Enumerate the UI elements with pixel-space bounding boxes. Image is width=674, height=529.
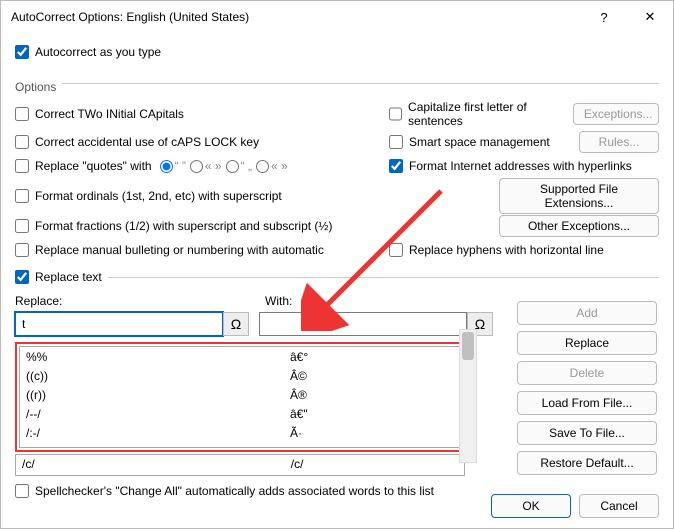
autocorrect-dialog: AutoCorrect Options: English (United Sta… (0, 0, 674, 529)
replace-button[interactable]: Replace (517, 331, 657, 355)
ok-button[interactable]: OK (491, 494, 571, 518)
capitalize-first-checkbox[interactable]: Capitalize first letter of sentences (389, 100, 573, 128)
autocorrect-as-you-type-label: Autocorrect as you type (35, 45, 161, 59)
delete-button[interactable]: Delete (517, 361, 657, 385)
accidental-caps-checkbox[interactable]: Correct accidental use of cAPS LOCK key (15, 135, 259, 149)
restore-default-button[interactable]: Restore Default... (517, 451, 657, 475)
rules-button[interactable]: Rules... (579, 131, 659, 153)
with-label: With: (265, 294, 292, 308)
close-button[interactable]: ✕ (627, 1, 673, 33)
scrollbar-thumb[interactable] (462, 332, 474, 360)
with-input[interactable] (259, 312, 467, 336)
format-fractions-checkbox[interactable]: Format fractions (1/2) with superscript … (15, 219, 332, 233)
omega-button-replace[interactable]: Ω (223, 312, 249, 336)
replace-label: Replace: (15, 294, 255, 308)
smart-space-checkbox[interactable]: Smart space management (389, 135, 550, 149)
divider (62, 83, 659, 84)
replace-text-checkbox[interactable]: Replace text (15, 270, 102, 284)
table-row: /:-/Ã· (20, 423, 460, 442)
replacement-list-extra-row[interactable]: /c/ /c/ (15, 454, 465, 476)
replacement-list-highlight: %%â€° ((c))Â© ((r))Â® /--/â€" /:-/Ã· (15, 342, 465, 452)
replacement-list[interactable]: %%â€° ((c))Â© ((r))Â® /--/â€" /:-/Ã· (19, 346, 461, 448)
load-from-file-button[interactable]: Load From File... (517, 391, 657, 415)
quote-style-radios[interactable]: “ ” « » “ „ « » (160, 159, 288, 173)
divider (108, 277, 659, 278)
table-row: ((r))Â® (20, 385, 460, 404)
other-exceptions-button[interactable]: Other Exceptions... (499, 215, 659, 237)
list-scrollbar[interactable] (459, 329, 477, 463)
format-internet-checkbox[interactable]: Format Internet addresses with hyperlink… (389, 159, 632, 173)
options-group-label: Options (15, 80, 56, 94)
dialog-title: AutoCorrect Options: English (United Sta… (11, 10, 249, 24)
table-row: %%â€° (20, 347, 460, 366)
two-initial-caps-checkbox[interactable]: Correct TWo INitial CApitals (15, 107, 184, 121)
replace-input[interactable] (15, 312, 223, 336)
format-ordinals-checkbox[interactable]: Format ordinals (1st, 2nd, etc) with sup… (15, 189, 282, 203)
table-row: ((c))Â© (20, 366, 460, 385)
titlebar: AutoCorrect Options: English (United Sta… (1, 1, 673, 33)
spellchecker-change-all-checkbox[interactable]: Spellchecker's "Change All" automaticall… (15, 484, 434, 498)
replace-hyphens-checkbox[interactable]: Replace hyphens with horizontal line (389, 243, 604, 257)
cancel-button[interactable]: Cancel (579, 494, 659, 518)
replace-quotes-checkbox[interactable]: Replace "quotes" with (15, 159, 152, 173)
replace-bulleting-checkbox[interactable]: Replace manual bulleting or numbering wi… (15, 243, 324, 257)
add-button[interactable]: Add (517, 301, 657, 325)
save-to-file-button[interactable]: Save To File... (517, 421, 657, 445)
autocorrect-as-you-type-checkbox[interactable]: Autocorrect as you type (15, 45, 161, 59)
supported-extensions-button[interactable]: Supported File Extensions... (499, 178, 659, 214)
table-row: /--/â€" (20, 404, 460, 423)
exceptions-button[interactable]: Exceptions... (573, 103, 659, 125)
help-button[interactable]: ? (581, 1, 627, 33)
